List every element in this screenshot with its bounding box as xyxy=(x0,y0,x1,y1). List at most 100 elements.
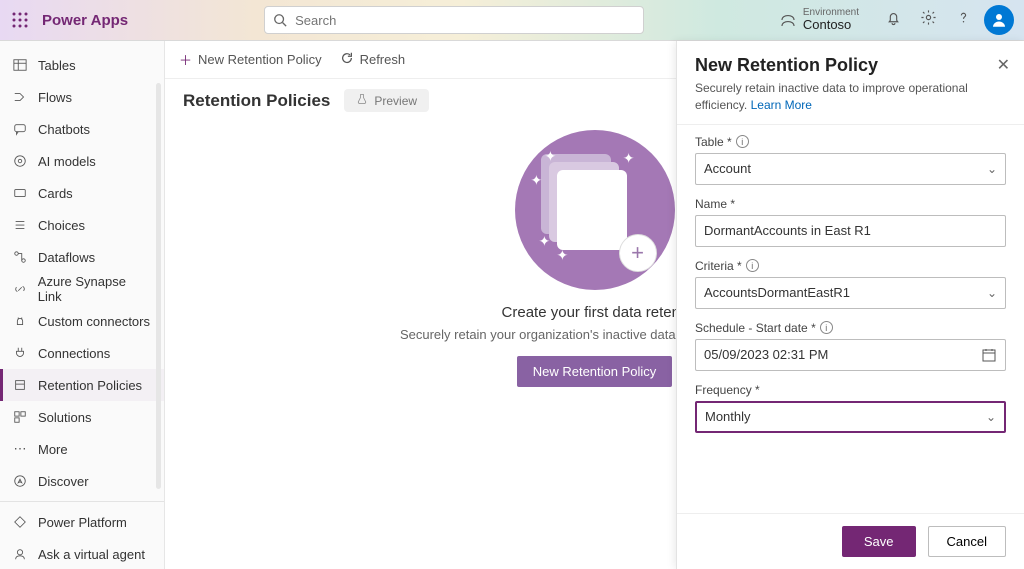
nav-virtual-agent[interactable]: Ask a virtual agent xyxy=(0,538,164,569)
nav-choices[interactable]: Choices xyxy=(0,209,164,241)
refresh-icon xyxy=(340,51,354,68)
nav-dataflows[interactable]: Dataflows xyxy=(0,241,164,273)
criteria-select[interactable]: AccountsDormantEastR1 ⌄ xyxy=(695,277,1006,309)
nav-label: Connections xyxy=(38,346,110,361)
calendar-icon[interactable] xyxy=(981,347,997,366)
left-nav: Tables Flows Chatbots AI models Cards Ch… xyxy=(0,41,165,569)
nav-label: Custom connectors xyxy=(38,314,150,329)
nav-discover[interactable]: Discover xyxy=(0,465,164,497)
nav-label: Tables xyxy=(38,58,76,73)
choices-icon xyxy=(12,217,28,233)
link-icon xyxy=(12,281,28,297)
chevron-down-icon: ⌄ xyxy=(986,410,996,424)
criteria-value: AccountsDormantEastR1 xyxy=(704,285,850,300)
info-icon[interactable]: i xyxy=(820,321,833,334)
app-launcher-icon[interactable] xyxy=(0,12,40,28)
search-input[interactable] xyxy=(295,13,635,28)
search-box[interactable] xyxy=(264,6,644,34)
new-retention-policy-button[interactable]: New Retention Policy xyxy=(517,356,673,387)
nav-label: Azure Synapse Link xyxy=(38,274,152,304)
help-icon[interactable] xyxy=(955,9,972,31)
nav-ai-models[interactable]: AI models xyxy=(0,145,164,177)
nav-label: Choices xyxy=(38,218,85,233)
schedule-value: 05/09/2023 02:31 PM xyxy=(704,347,828,362)
notifications-icon[interactable] xyxy=(885,9,902,31)
table-value: Account xyxy=(704,161,751,176)
app-header: Power Apps Environment Contoso xyxy=(0,0,1024,41)
nav-retention-policies[interactable]: Retention Policies xyxy=(0,369,164,401)
panel-subtitle: Securely retain inactive data to improve… xyxy=(695,80,1006,114)
info-icon[interactable]: i xyxy=(746,259,759,272)
schedule-input[interactable]: 05/09/2023 02:31 PM xyxy=(695,339,1006,371)
name-input[interactable] xyxy=(695,215,1006,247)
more-icon: ⋯ xyxy=(12,441,28,457)
chatbot-icon xyxy=(12,121,28,137)
ai-icon xyxy=(12,153,28,169)
nav-label: Discover xyxy=(38,474,89,489)
panel-title: New Retention Policy xyxy=(695,55,1006,76)
user-avatar[interactable] xyxy=(984,5,1014,35)
scrollbar[interactable] xyxy=(156,83,161,489)
cmd-label: New Retention Policy xyxy=(198,52,322,67)
environment-picker[interactable]: Environment Contoso xyxy=(765,7,873,32)
preview-badge: Preview xyxy=(344,89,429,112)
nav-tables[interactable]: Tables xyxy=(0,49,164,81)
platform-icon xyxy=(12,514,28,530)
frequency-label: Frequency * xyxy=(695,383,760,397)
nav-chatbots[interactable]: Chatbots xyxy=(0,113,164,145)
cancel-button[interactable]: Cancel xyxy=(928,526,1006,557)
search-icon xyxy=(273,13,287,27)
nav-power-platform[interactable]: Power Platform xyxy=(0,506,164,538)
cmd-new-retention-policy[interactable]: ＋ New Retention Policy xyxy=(179,50,322,69)
frequency-value: Monthly xyxy=(705,409,751,424)
page-title: Retention Policies xyxy=(183,91,330,111)
nav-custom-connectors[interactable]: Custom connectors xyxy=(0,305,164,337)
flask-icon xyxy=(356,93,368,108)
new-policy-panel: New Retention Policy Securely retain ina… xyxy=(676,41,1024,569)
nav-connections[interactable]: Connections xyxy=(0,337,164,369)
nav-more[interactable]: ⋯ More xyxy=(0,433,164,465)
agent-icon xyxy=(12,546,28,562)
cmd-refresh[interactable]: Refresh xyxy=(340,51,406,68)
frequency-select[interactable]: Monthly ⌄ xyxy=(695,401,1006,433)
table-select[interactable]: Account ⌄ xyxy=(695,153,1006,185)
nav-label: Retention Policies xyxy=(38,378,142,393)
compass-icon xyxy=(12,473,28,489)
cards-icon xyxy=(12,185,28,201)
nav-solutions[interactable]: Solutions xyxy=(0,401,164,433)
cmd-label: Refresh xyxy=(360,52,406,67)
table-label: Table * xyxy=(695,135,732,149)
nav-label: Chatbots xyxy=(38,122,90,137)
nav-label: Dataflows xyxy=(38,250,95,265)
save-button[interactable]: Save xyxy=(842,526,916,557)
table-icon xyxy=(12,57,28,73)
nav-label: Cards xyxy=(38,186,73,201)
preview-text: Preview xyxy=(374,94,417,108)
dataflow-icon xyxy=(12,249,28,265)
nav-synapse[interactable]: Azure Synapse Link xyxy=(0,273,164,305)
solutions-icon xyxy=(12,409,28,425)
info-icon[interactable]: i xyxy=(736,135,749,148)
nav-label: More xyxy=(38,442,68,457)
main-content: ＋ New Retention Policy Refresh Retention… xyxy=(165,41,1024,569)
chevron-down-icon: ⌄ xyxy=(987,162,997,176)
person-icon xyxy=(990,11,1008,29)
nav-flows[interactable]: Flows xyxy=(0,81,164,113)
nav-label: Power Platform xyxy=(38,515,127,530)
settings-icon[interactable] xyxy=(920,9,937,31)
chevron-down-icon: ⌄ xyxy=(987,286,997,300)
plug-icon xyxy=(12,345,28,361)
app-title: Power Apps xyxy=(40,12,134,29)
retention-icon xyxy=(12,377,28,393)
close-icon[interactable]: ✕ xyxy=(997,55,1010,75)
nav-label: Flows xyxy=(38,90,72,105)
nav-cards[interactable]: Cards xyxy=(0,177,164,209)
schedule-label: Schedule - Start date * xyxy=(695,321,816,335)
nav-label: Solutions xyxy=(38,410,91,425)
environment-icon xyxy=(779,11,797,29)
nav-label: AI models xyxy=(38,154,96,169)
flow-icon xyxy=(12,89,28,105)
name-label: Name * xyxy=(695,197,735,211)
learn-more-link[interactable]: Learn More xyxy=(751,98,812,112)
empty-illustration: ✦ ✦ ✦ ✦ ✦ xyxy=(515,130,675,290)
